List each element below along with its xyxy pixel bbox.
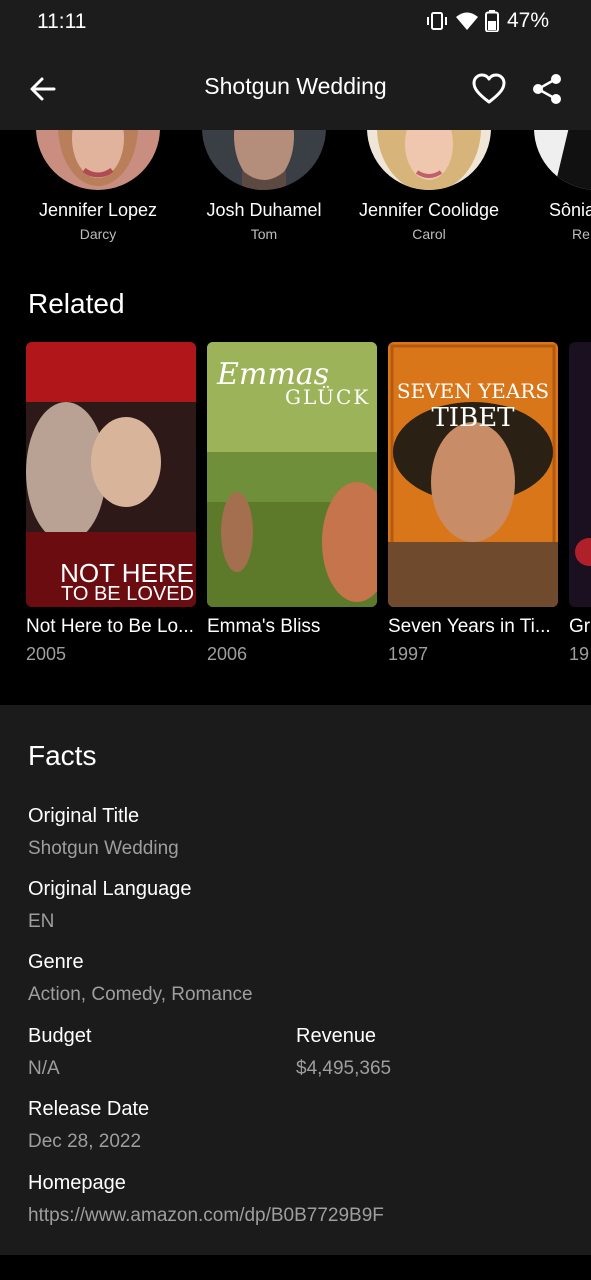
facts-section: Facts Original Title Shotgun Wedding Ori… bbox=[0, 705, 591, 1255]
original-title-value: Shotgun Wedding bbox=[28, 838, 179, 859]
avatar bbox=[36, 130, 160, 190]
genre-value: Action, Comedy, Romance bbox=[28, 984, 253, 1005]
battery-icon bbox=[484, 10, 499, 32]
related-title: Seven Years in Ti... bbox=[388, 616, 551, 637]
avatar bbox=[534, 130, 591, 190]
release-date-value: Dec 28, 2022 bbox=[28, 1131, 142, 1152]
related-year: 2006 bbox=[207, 644, 248, 664]
related-year: 1997 bbox=[388, 644, 429, 664]
original-language-value: EN bbox=[28, 911, 55, 932]
facts-title: Facts bbox=[28, 740, 97, 771]
revenue-value: $4,495,365 bbox=[296, 1058, 392, 1079]
related-title: Emma's Bliss bbox=[207, 616, 321, 637]
vibrate-icon bbox=[426, 12, 447, 30]
share-icon bbox=[533, 74, 561, 104]
battery-percent: 47% bbox=[506, 9, 549, 32]
cast-role: Carol bbox=[412, 226, 446, 242]
related-title: Gr bbox=[569, 616, 591, 637]
cast-role: Re bbox=[572, 226, 590, 242]
favorite-button[interactable] bbox=[468, 68, 510, 110]
original-language-label: Original Language bbox=[28, 878, 192, 900]
heart-outline-icon bbox=[472, 73, 506, 104]
release-date-label: Release Date bbox=[28, 1098, 150, 1120]
status-time: 11:11 bbox=[37, 10, 87, 33]
cast-list: Jennifer Lopez Darcy Josh Duhamel Tom Je… bbox=[0, 130, 591, 250]
svg-text:GLÜCK: GLÜCK bbox=[285, 384, 370, 409]
cast-role: Tom bbox=[250, 226, 278, 242]
original-title-label: Original Title bbox=[28, 805, 140, 827]
cast-name: Jennifer Coolidge bbox=[358, 200, 500, 220]
poster-image: NOT HERE TO BE LOVED bbox=[26, 342, 196, 607]
wifi-icon bbox=[455, 12, 478, 30]
avatar bbox=[202, 130, 326, 190]
poster-image bbox=[569, 342, 591, 607]
share-button[interactable] bbox=[526, 68, 568, 110]
budget-label: Budget bbox=[28, 1025, 92, 1047]
budget-value: N/A bbox=[28, 1058, 60, 1079]
cast-role: Darcy bbox=[79, 226, 117, 242]
status-bar: 11:11 47% bbox=[0, 0, 591, 48]
svg-text:TIBET: TIBET bbox=[431, 403, 515, 433]
app-bar: Shotgun Wedding bbox=[0, 48, 591, 130]
svg-text:TO BE LOVED: TO BE LOVED bbox=[61, 583, 194, 605]
poster-image: SEVEN YEARS TIBET bbox=[388, 342, 558, 607]
movie-details-screen: 11:11 47% Shotgun Wedding Jennifer Lopez… bbox=[0, 0, 591, 1280]
related-year: 19 bbox=[569, 644, 590, 664]
bottom-strip bbox=[0, 1255, 591, 1280]
related-year: 2005 bbox=[26, 644, 67, 664]
related-list: NOT HERE TO BE LOVED Not Here to Be Lo..… bbox=[0, 342, 591, 682]
revenue-label: Revenue bbox=[296, 1025, 377, 1047]
related-section-title: Related bbox=[28, 288, 125, 319]
cast-name: Jennifer Lopez bbox=[38, 200, 158, 220]
homepage-label: Homepage bbox=[28, 1172, 126, 1194]
genre-label: Genre bbox=[28, 951, 84, 973]
avatar bbox=[367, 130, 491, 190]
homepage-link[interactable]: https://www.amazon.com/dp/B0B7729B9F bbox=[28, 1205, 384, 1227]
poster-image: Emmas GLÜCK bbox=[207, 342, 377, 607]
status-icons: 47% bbox=[425, 9, 549, 33]
related-title: Not Here to Be Lo... bbox=[26, 616, 194, 637]
cast-name: Sônia bbox=[549, 200, 591, 220]
cast-name: Josh Duhamel bbox=[206, 200, 322, 220]
svg-text:SEVEN YEARS: SEVEN YEARS bbox=[397, 379, 549, 403]
